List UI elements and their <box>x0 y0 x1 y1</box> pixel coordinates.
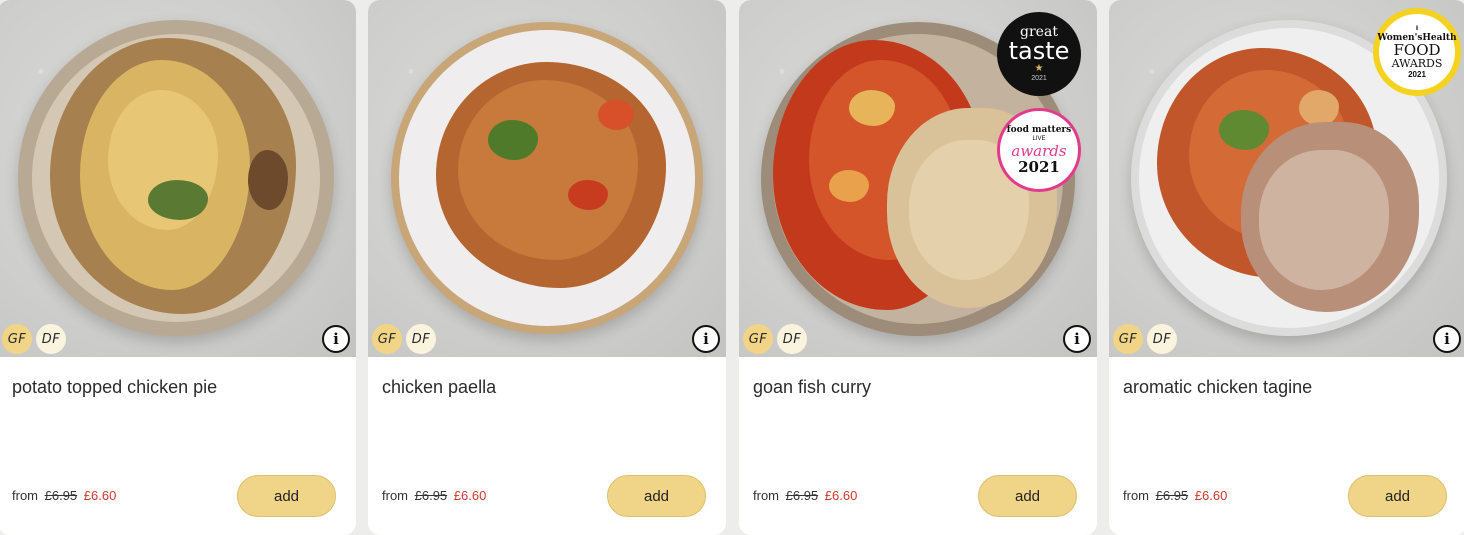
diet-badges: GF DF <box>1113 324 1177 354</box>
product-image[interactable]: great taste ★ 2021 food matters LIVE awa… <box>739 0 1097 357</box>
add-button[interactable]: add <box>978 475 1077 517</box>
gluten-free-badge: GF <box>743 324 773 354</box>
product-card[interactable]: great taste ★ 2021 food matters LIVE awa… <box>739 0 1097 535</box>
dairy-free-badge: DF <box>1147 324 1177 354</box>
price-from-label: from <box>12 488 38 503</box>
great-taste-award-badge: great taste ★ 2021 <box>997 12 1081 96</box>
price-now: £6.60 <box>453 488 487 503</box>
product-card[interactable]: GF DF i chicken paella from £6.95 £6.60 … <box>368 0 726 535</box>
product-image[interactable]: GF DF i <box>368 0 726 357</box>
diet-badges: GF DF <box>372 324 436 354</box>
product-title[interactable]: chicken paella <box>382 377 496 398</box>
product-card[interactable]: Ⅱ Women'sHealth FOOD AWARDS 2021 GF DF i… <box>1109 0 1464 535</box>
womens-health-award-badge: Ⅱ Women'sHealth FOOD AWARDS 2021 <box>1373 8 1461 96</box>
food-matters-award-badge: food matters LIVE awards 2021 <box>997 108 1081 192</box>
product-title[interactable]: aromatic chicken tagine <box>1123 377 1312 398</box>
info-icon[interactable]: i <box>1063 325 1091 353</box>
product-image[interactable]: Ⅱ Women'sHealth FOOD AWARDS 2021 GF DF i <box>1109 0 1464 357</box>
dairy-free-badge: DF <box>777 324 807 354</box>
gluten-free-badge: GF <box>1113 324 1143 354</box>
product-title[interactable]: potato topped chicken pie <box>12 377 217 398</box>
info-icon[interactable]: i <box>1433 325 1461 353</box>
add-button[interactable]: add <box>1348 475 1447 517</box>
product-price: from £6.95 £6.60 <box>753 488 857 503</box>
product-price: from £6.95 £6.60 <box>382 488 486 503</box>
price-was: £6.95 <box>414 488 448 503</box>
dairy-free-badge: DF <box>406 324 436 354</box>
price-was: £6.95 <box>44 488 78 503</box>
dairy-free-badge: DF <box>36 324 66 354</box>
price-from-label: from <box>1123 488 1149 503</box>
price-now: £6.60 <box>824 488 858 503</box>
info-icon[interactable]: i <box>692 325 720 353</box>
product-price: from £6.95 £6.60 <box>1123 488 1227 503</box>
diet-badges: GF DF <box>2 324 66 354</box>
price-now: £6.60 <box>83 488 117 503</box>
product-card[interactable]: GF DF i potato topped chicken pie from £… <box>0 0 356 535</box>
product-title[interactable]: goan fish curry <box>753 377 871 398</box>
gluten-free-badge: GF <box>2 324 32 354</box>
diet-badges: GF DF <box>743 324 807 354</box>
price-was: £6.95 <box>1155 488 1189 503</box>
product-price: from £6.95 £6.60 <box>12 488 116 503</box>
gluten-free-badge: GF <box>372 324 402 354</box>
price-was: £6.95 <box>785 488 819 503</box>
price-from-label: from <box>382 488 408 503</box>
info-icon[interactable]: i <box>322 325 350 353</box>
add-button[interactable]: add <box>607 475 706 517</box>
add-button[interactable]: add <box>237 475 336 517</box>
price-from-label: from <box>753 488 779 503</box>
product-image[interactable]: GF DF i <box>0 0 356 357</box>
price-now: £6.60 <box>1194 488 1228 503</box>
